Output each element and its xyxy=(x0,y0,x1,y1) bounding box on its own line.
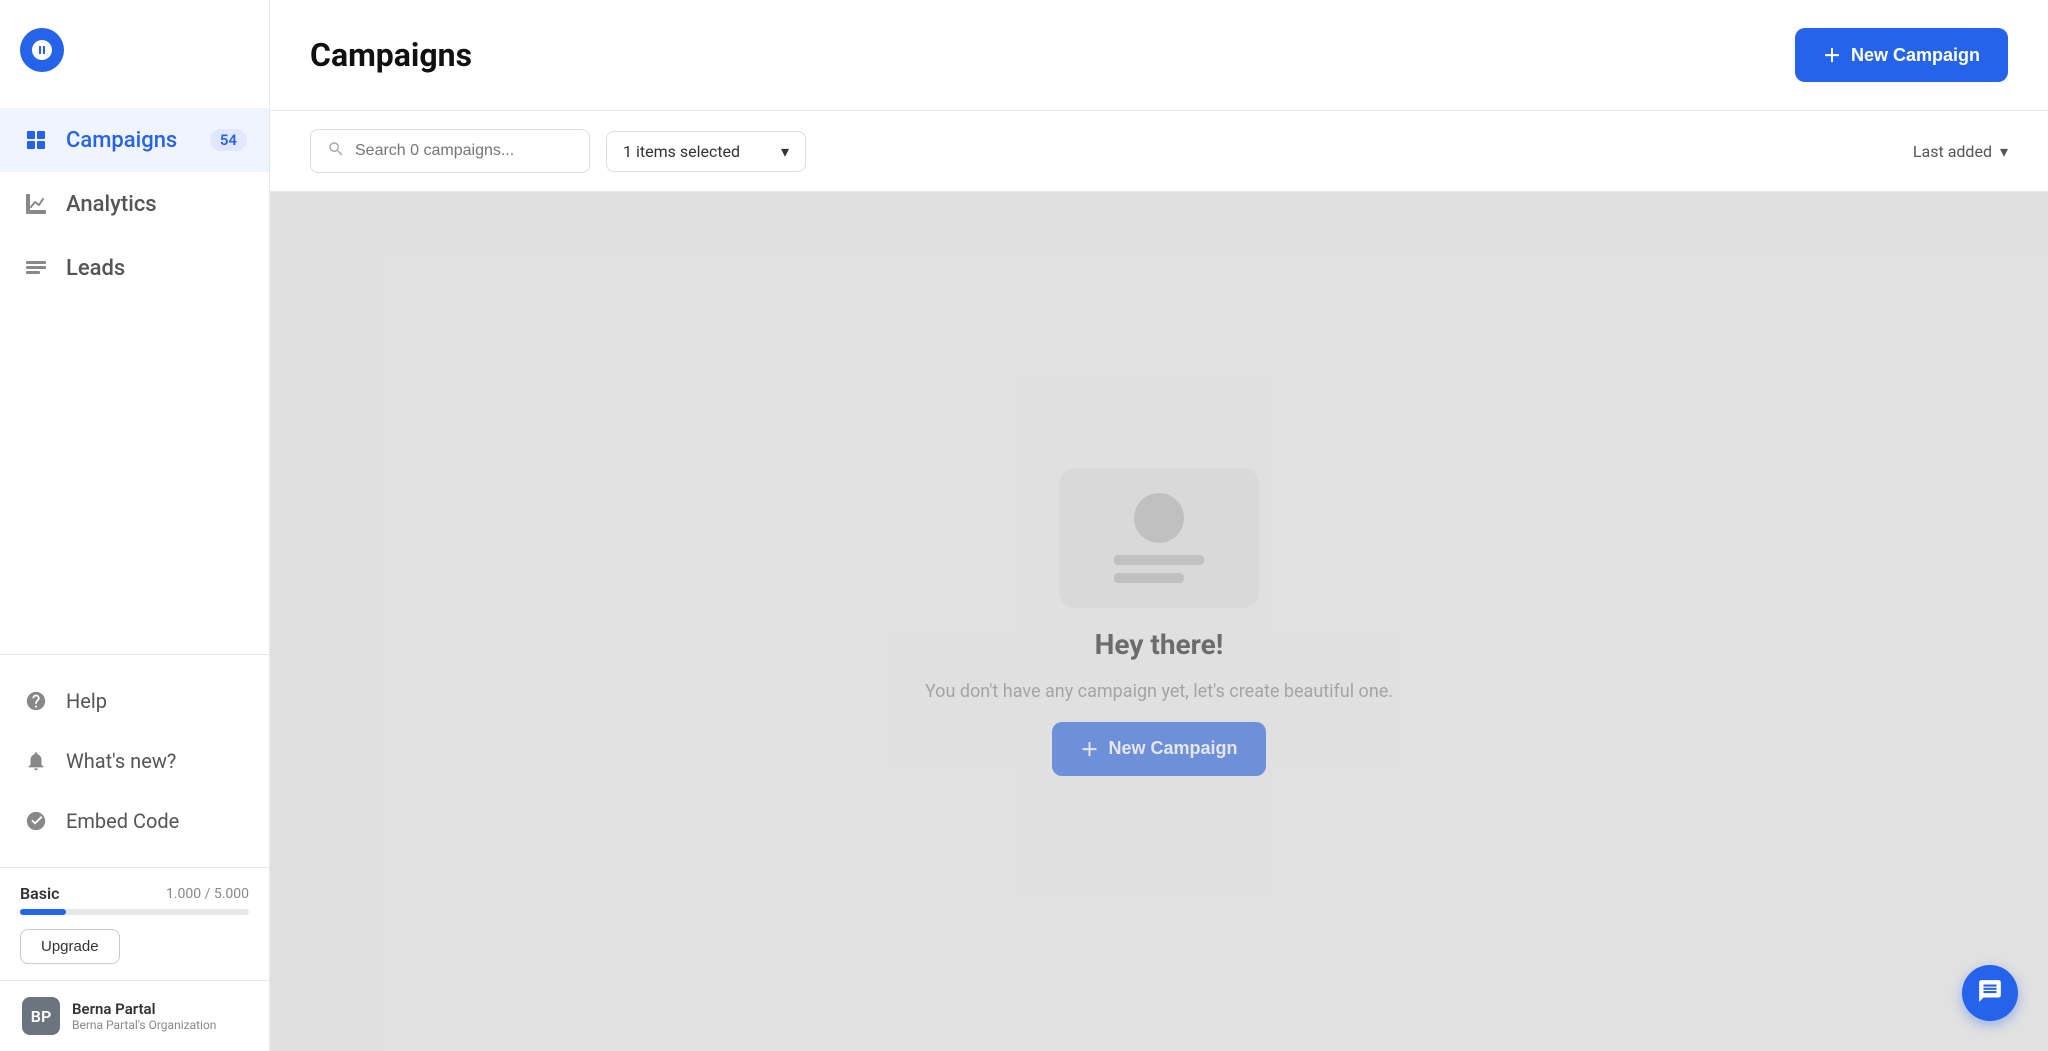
logo-svg xyxy=(30,38,54,62)
empty-state: Hey there! You don't have any campaign y… xyxy=(270,192,2048,1051)
plan-name: Basic xyxy=(20,884,59,903)
new-campaign-label: New Campaign xyxy=(1851,45,1980,66)
empty-subtitle: You don't have any campaign yet, let's c… xyxy=(925,681,1393,702)
empty-new-campaign-label: New Campaign xyxy=(1108,738,1237,759)
embed-code-label: Embed Code xyxy=(66,809,179,833)
user-org: Berna Partal's Organization xyxy=(72,1018,247,1032)
plus-icon: ＋ xyxy=(1823,42,1841,68)
help-icon xyxy=(22,687,50,715)
search-box[interactable] xyxy=(310,129,590,173)
plan-count: 1.000 / 5.000 xyxy=(166,886,249,902)
avatar: BP xyxy=(22,997,60,1035)
illustration-line-1 xyxy=(1114,555,1204,565)
new-campaign-button-empty[interactable]: ＋ New Campaign xyxy=(1052,722,1265,776)
sidebar-item-campaigns[interactable]: Campaigns 54 xyxy=(0,108,269,172)
illustration-body xyxy=(1114,555,1204,583)
sidebar-item-embed-code[interactable]: Embed Code xyxy=(0,791,269,851)
campaigns-icon xyxy=(22,126,50,154)
campaigns-badge: 54 xyxy=(210,129,247,151)
sort-label: Last added xyxy=(1913,142,1992,161)
whats-new-label: What's new? xyxy=(66,749,176,773)
bell-icon xyxy=(22,747,50,775)
illustration-head xyxy=(1134,493,1184,543)
embed-icon xyxy=(22,807,50,835)
sidebar: Campaigns 54 Analytics Leads xyxy=(0,0,270,1051)
analytics-icon xyxy=(22,190,50,218)
illustration-line-2 xyxy=(1114,573,1184,583)
sidebar-item-whats-new[interactable]: What's new? xyxy=(0,731,269,791)
sidebar-item-leads[interactable]: Leads xyxy=(0,236,269,300)
leads-label: Leads xyxy=(66,256,125,281)
empty-illustration xyxy=(1059,468,1259,608)
chat-icon xyxy=(1977,978,2003,1008)
user-info: Berna Partal Berna Partal's Organization xyxy=(72,1000,247,1032)
sort-section[interactable]: Last added ▾ xyxy=(1913,142,2008,161)
sidebar-bottom-nav: Help What's new? Embed Code xyxy=(0,654,269,867)
search-input[interactable] xyxy=(355,142,573,160)
upgrade-button[interactable]: Upgrade xyxy=(20,929,120,964)
campaigns-label: Campaigns xyxy=(66,128,177,153)
user-name: Berna Partal xyxy=(72,1000,247,1018)
search-icon xyxy=(327,140,345,162)
app-logo-icon[interactable] xyxy=(20,28,64,72)
main-header: Campaigns ＋ New Campaign xyxy=(270,0,2048,111)
main-content: Campaigns ＋ New Campaign 1 items selecte… xyxy=(270,0,2048,1051)
sort-chevron-icon: ▾ xyxy=(2000,142,2008,161)
filter-label: 1 items selected xyxy=(623,142,740,161)
sidebar-item-help[interactable]: Help xyxy=(0,671,269,731)
page-title: Campaigns xyxy=(310,36,472,74)
analytics-label: Analytics xyxy=(66,192,157,217)
new-campaign-button-header[interactable]: ＋ New Campaign xyxy=(1795,28,2008,82)
empty-title: Hey there! xyxy=(1095,628,1224,661)
plan-progress-bar xyxy=(20,909,249,915)
sidebar-logo[interactable] xyxy=(0,0,269,100)
plan-header: Basic 1.000 / 5.000 xyxy=(20,884,249,903)
filter-dropdown[interactable]: 1 items selected ▾ xyxy=(606,131,806,172)
leads-icon xyxy=(22,254,50,282)
sidebar-nav: Campaigns 54 Analytics Leads xyxy=(0,100,269,654)
empty-plus-icon: ＋ xyxy=(1080,736,1098,762)
help-label: Help xyxy=(66,689,107,713)
chevron-down-icon: ▾ xyxy=(781,142,789,161)
toolbar: 1 items selected ▾ Last added ▾ xyxy=(270,111,2048,192)
sidebar-item-analytics[interactable]: Analytics xyxy=(0,172,269,236)
user-section[interactable]: BP Berna Partal Berna Partal's Organizat… xyxy=(0,980,269,1051)
chat-widget[interactable] xyxy=(1962,965,2018,1021)
plan-progress-fill xyxy=(20,909,66,915)
plan-section: Basic 1.000 / 5.000 Upgrade xyxy=(0,867,269,980)
